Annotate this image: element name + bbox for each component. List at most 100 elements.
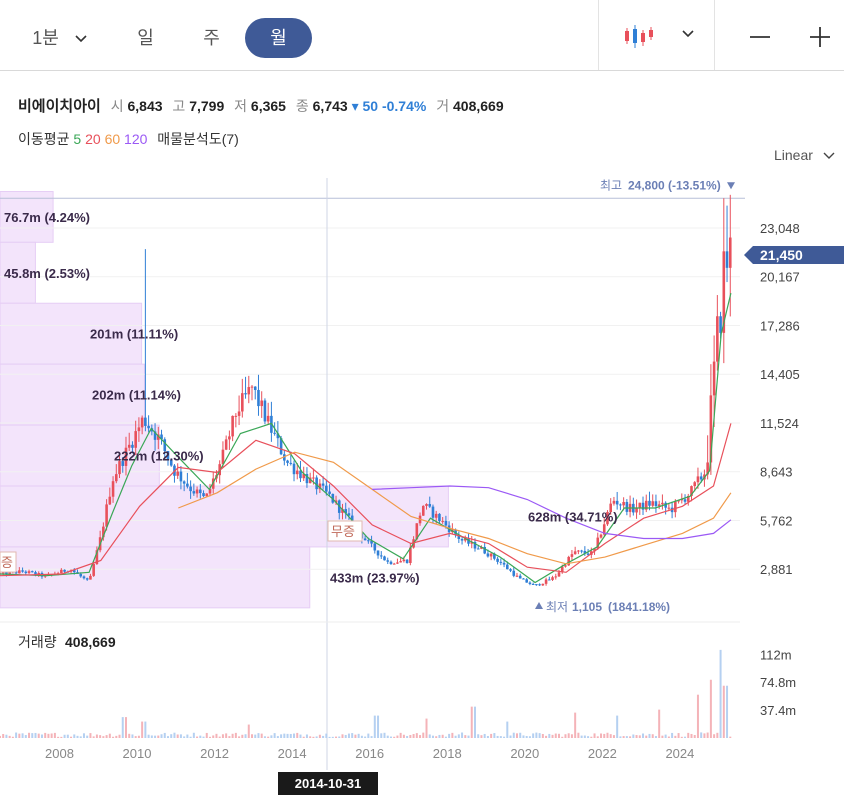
volume-bar <box>299 734 302 738</box>
volume-bar <box>664 734 667 738</box>
volume-bar <box>486 736 489 738</box>
candle <box>567 556 570 566</box>
candle <box>677 500 680 502</box>
high-label: 고 <box>172 98 186 114</box>
volume-bar <box>616 715 619 738</box>
volume-bar <box>21 733 24 738</box>
volume-bar <box>141 721 144 738</box>
candle <box>221 449 225 465</box>
volume-bar <box>480 735 483 738</box>
volume-bar <box>183 736 186 738</box>
candle <box>127 444 131 448</box>
volume-bar <box>648 733 651 738</box>
candle <box>379 555 383 557</box>
candle <box>457 534 461 540</box>
volume-bar <box>370 736 373 738</box>
candle <box>425 504 428 506</box>
candle <box>60 569 63 574</box>
volume-bar <box>409 734 412 738</box>
x-tick-label: 2010 <box>123 746 152 761</box>
volume-bar <box>66 734 69 738</box>
volume-bar <box>674 735 677 738</box>
plus-icon[interactable] <box>808 25 832 49</box>
volume-bar <box>716 732 719 738</box>
volume-bar <box>512 732 515 738</box>
volume-bar <box>367 733 370 738</box>
candle <box>509 569 512 571</box>
candle <box>399 561 402 563</box>
candle <box>24 571 28 573</box>
volume-bar <box>558 733 561 738</box>
volume-bar <box>31 733 34 738</box>
candle <box>176 471 179 476</box>
volume-bar <box>490 733 493 738</box>
volume-bar <box>541 733 544 738</box>
minus-icon[interactable] <box>748 25 772 49</box>
change-percent: -0.74% <box>381 98 427 114</box>
chevron-down-icon[interactable] <box>681 29 695 39</box>
tab-day[interactable]: 일 <box>118 18 173 58</box>
volume-bar <box>651 734 654 738</box>
volume-bar <box>118 734 121 738</box>
volume-bar <box>212 735 215 738</box>
candle <box>580 550 583 552</box>
candle <box>118 461 121 475</box>
candle <box>606 512 609 525</box>
volume-profile-bar <box>0 191 54 243</box>
volume-bar <box>622 736 625 738</box>
low-marker-value: 1,105 <box>572 600 602 614</box>
open-value: 6,843 <box>127 98 163 114</box>
candle <box>447 525 451 533</box>
scale-selector[interactable]: Linear <box>774 147 835 163</box>
volume-bar <box>40 734 43 738</box>
moving-average-legend[interactable]: 이동평균 5 20 60 120 매물분석도(7) <box>18 129 239 149</box>
candle <box>244 393 247 395</box>
volume-bar <box>296 732 299 738</box>
volume-bar <box>719 649 722 738</box>
tab-week[interactable]: 주 <box>184 18 239 58</box>
close-value: 6,743 <box>312 98 348 114</box>
volume-bar <box>44 732 47 738</box>
candle <box>241 393 244 412</box>
volume-bar <box>357 733 360 738</box>
candle <box>667 507 671 509</box>
volume-bar <box>638 735 641 738</box>
candle <box>153 431 157 440</box>
candlestick-icon[interactable] <box>623 22 657 50</box>
volume-bar <box>383 732 386 738</box>
candle <box>609 503 613 513</box>
ma-line-120 <box>372 485 732 540</box>
volume-bar <box>302 736 305 738</box>
candle <box>357 526 360 532</box>
volume-bar <box>315 736 318 738</box>
candle <box>234 415 238 417</box>
candle <box>11 571 15 573</box>
volume-bar <box>642 733 645 738</box>
candle <box>544 579 548 584</box>
tab-minute[interactable]: 1분 <box>20 18 100 58</box>
volume-bar <box>11 736 14 738</box>
candle <box>63 569 66 572</box>
rights-issue-tag-label: 증 <box>1 555 13 570</box>
volume-profile-label: 76.7m (4.24%) <box>4 210 90 225</box>
candle <box>674 501 677 513</box>
volume-bar <box>713 734 716 738</box>
volume-bar <box>444 736 447 738</box>
toolbar-divider <box>598 0 599 70</box>
volume-bar <box>425 718 428 738</box>
candle <box>680 499 684 501</box>
x-tick-label: 2012 <box>200 746 229 761</box>
volume-bar <box>115 735 118 738</box>
chevron-down-icon[interactable] <box>74 34 88 44</box>
volume-bar <box>483 733 486 738</box>
volume-bar <box>276 736 279 738</box>
candle <box>467 538 470 544</box>
candle <box>505 564 509 570</box>
candle <box>302 473 306 479</box>
volume-bar <box>89 733 92 738</box>
tab-month[interactable]: 월 <box>245 18 312 58</box>
volume-panel-value: 408,669 <box>65 634 116 650</box>
x-tick-label: 2014 <box>278 746 307 761</box>
volume-bar <box>241 734 244 738</box>
candle <box>428 504 432 507</box>
